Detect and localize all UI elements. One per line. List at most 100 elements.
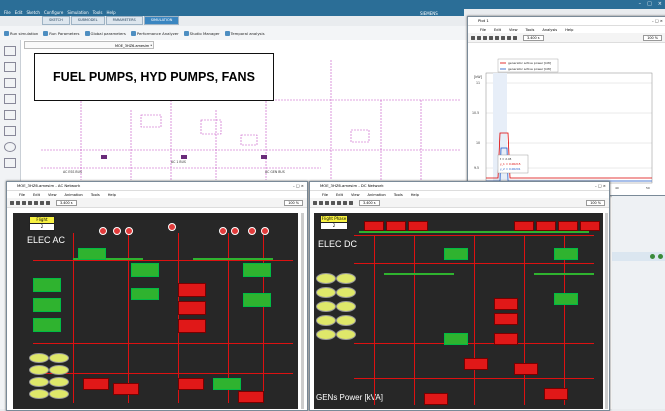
plot-menu-tools[interactable]: Tools xyxy=(526,28,535,32)
dc-menu-file[interactable]: File xyxy=(322,193,328,197)
ac-stop-icon[interactable] xyxy=(46,200,50,205)
dc-load-box[interactable] xyxy=(554,293,578,305)
dc-fault-box[interactable] xyxy=(464,358,488,370)
ac-load-box[interactable] xyxy=(213,378,241,390)
line-tool-icon[interactable] xyxy=(4,78,16,88)
ac-fault-box[interactable] xyxy=(178,283,206,297)
dc-network-diagram[interactable]: Flight Phase 2 ELEC DC GENs Power [kVA] xyxy=(314,213,603,409)
ac-menu-animation[interactable]: Animation xyxy=(65,193,83,197)
print-icon[interactable] xyxy=(483,35,487,40)
dc-fault-box[interactable] xyxy=(580,221,600,231)
image-tool-icon[interactable] xyxy=(4,158,16,168)
dc-menu-view[interactable]: View xyxy=(351,193,360,197)
menu-tools[interactable]: Tools xyxy=(93,10,103,15)
plot-menu-edit[interactable]: Edit xyxy=(494,28,501,32)
plot-menu-help[interactable]: Help xyxy=(565,28,573,32)
ac-gen-3-indicator[interactable] xyxy=(125,227,133,235)
menu-file[interactable]: File xyxy=(4,10,11,15)
ac-fault-box[interactable] xyxy=(83,378,109,390)
ac-load-box[interactable] xyxy=(243,263,271,277)
polyline-tool-icon[interactable] xyxy=(4,94,16,104)
ac-window-controls[interactable]: – □ × xyxy=(293,182,304,190)
box-tool-icon[interactable] xyxy=(4,126,16,136)
ac-load-box[interactable] xyxy=(33,278,61,292)
dc-zoom-select[interactable]: 100 % xyxy=(586,199,605,206)
text-tool-icon[interactable] xyxy=(4,46,16,56)
ac-play-icon[interactable] xyxy=(40,200,44,205)
plot-menu-file[interactable]: File xyxy=(480,28,486,32)
ac-open-icon[interactable] xyxy=(10,200,14,205)
studio-manager-button[interactable]: Studio Manager xyxy=(183,30,220,36)
dc-zoom-out-icon[interactable] xyxy=(337,200,341,205)
ac-time-field[interactable]: 3.400 s xyxy=(56,199,77,206)
dc-menu-help[interactable]: Help xyxy=(411,193,419,197)
ac-zoom-out-icon[interactable] xyxy=(34,200,38,205)
ac-fault-box[interactable] xyxy=(178,319,206,333)
maximize-icon[interactable]: □ xyxy=(647,1,652,7)
plot-menu-view[interactable]: View xyxy=(509,28,518,32)
ac-gen-1-indicator[interactable] xyxy=(99,227,107,235)
ac-load-box[interactable] xyxy=(131,288,159,300)
ac-menu-tools[interactable]: Tools xyxy=(91,193,100,197)
ac-load-box[interactable] xyxy=(78,248,106,260)
ac-zoom-select[interactable]: 100 % xyxy=(284,199,303,206)
ac-flight-phase-value[interactable]: 2 xyxy=(29,223,55,231)
dc-save-icon[interactable] xyxy=(319,200,323,205)
dc-fault-box[interactable] xyxy=(494,333,518,345)
rectangle-tool-icon[interactable] xyxy=(4,62,16,72)
dc-fault-box[interactable] xyxy=(494,313,518,325)
tab-sketch[interactable]: SKETCH xyxy=(42,16,70,25)
ac-fault-box[interactable] xyxy=(178,301,206,315)
dc-load-box[interactable] xyxy=(554,248,578,260)
zoom-icon[interactable] xyxy=(489,35,493,40)
ac-network-diagram[interactable]: Flight Phase 2 ELEC AC xyxy=(13,213,298,409)
menu-simulation[interactable]: Simulation xyxy=(67,10,88,15)
tab-parameters[interactable]: PARAMETERS xyxy=(105,16,143,25)
dc-time-field[interactable]: 3.400 s xyxy=(359,199,380,206)
ac-print-icon[interactable] xyxy=(22,200,26,205)
menu-help[interactable]: Help xyxy=(107,10,116,15)
plot-window[interactable]: Plot 1 – □ × File Edit View Tools Analysi… xyxy=(467,16,665,196)
plot-area[interactable]: [kW] 11 10.5 10 9.5 9 generator active p… xyxy=(468,43,664,193)
performance-analyzer-button[interactable]: Performance Analyzer xyxy=(130,30,179,36)
ac-load-box[interactable] xyxy=(33,298,61,312)
dc-fault-box[interactable] xyxy=(424,393,448,405)
global-parameters-button[interactable]: Global parameters xyxy=(84,30,126,36)
dc-menu-animation[interactable]: Animation xyxy=(368,193,386,197)
dc-load-box[interactable] xyxy=(444,248,468,260)
dc-fault-box[interactable] xyxy=(514,363,538,375)
dc-play-icon[interactable] xyxy=(343,200,347,205)
dc-fault-box[interactable] xyxy=(544,388,568,400)
dc-flight-phase-value[interactable]: 2 xyxy=(320,222,348,230)
menu-edit[interactable]: Edit xyxy=(15,10,23,15)
ac-fault-box[interactable] xyxy=(113,383,139,395)
plot-menu-analysis[interactable]: Analysis xyxy=(542,28,557,32)
ac-gen-6-indicator[interactable] xyxy=(231,227,239,235)
arc-tool-icon[interactable] xyxy=(4,110,16,120)
ac-load-box[interactable] xyxy=(243,293,271,307)
run-parameters-button[interactable]: Run Parameters xyxy=(43,30,80,36)
plot-time-field[interactable]: 3.400 s xyxy=(523,34,544,41)
ellipse-tool-icon[interactable] xyxy=(4,142,16,152)
dc-fault-box[interactable] xyxy=(514,221,534,231)
dc-fault-box[interactable] xyxy=(536,221,556,231)
dc-fault-box[interactable] xyxy=(408,221,428,231)
dc-zoom-in-icon[interactable] xyxy=(331,200,335,205)
dc-window-controls[interactable]: – □ × xyxy=(595,182,606,190)
ac-gen-7-indicator[interactable] xyxy=(248,227,256,235)
dc-fault-box[interactable] xyxy=(558,221,578,231)
temporal-analysis-button[interactable]: Temporal analysis xyxy=(224,30,265,36)
export-icon[interactable] xyxy=(513,35,517,40)
dc-menu-tools[interactable]: Tools xyxy=(394,193,403,197)
dc-scrollbar[interactable] xyxy=(605,213,608,409)
dc-fault-box[interactable] xyxy=(494,298,518,310)
ac-save-icon[interactable] xyxy=(16,200,20,205)
pan-icon[interactable] xyxy=(495,35,499,40)
save-icon[interactable] xyxy=(477,35,481,40)
ac-zoom-in-icon[interactable] xyxy=(28,200,32,205)
ac-gen-4-indicator[interactable] xyxy=(168,223,176,231)
dc-network-window[interactable]: MOE_3HZ6.amesim - DC Network – □ × File E… xyxy=(309,181,610,411)
menu-sketch[interactable]: Sketch xyxy=(26,10,39,15)
close-icon[interactable]: × xyxy=(658,1,662,7)
ac-network-window[interactable]: MOE_3HZ6.amesim - AC Network – □ × File E… xyxy=(6,181,308,411)
